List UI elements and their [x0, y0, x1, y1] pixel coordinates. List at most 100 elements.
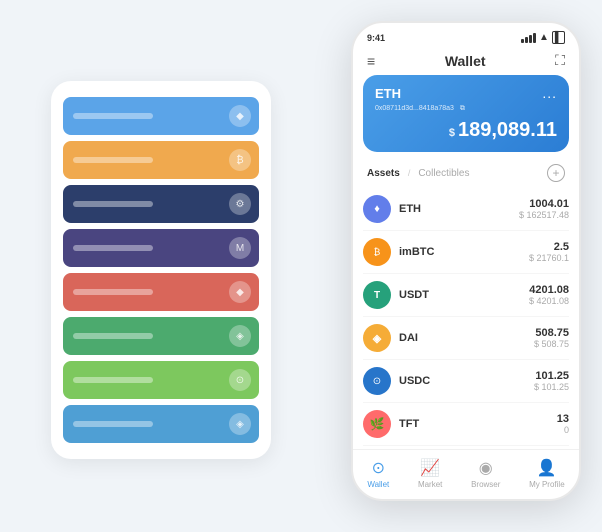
stack-card-5[interactable]: ◆ [63, 273, 259, 311]
card-label-2 [73, 157, 153, 163]
wallet-nav-icon: ⊙ [372, 458, 385, 478]
profile-nav-label: My Profile [529, 480, 565, 489]
tab-collectibles[interactable]: Collectibles [418, 168, 469, 179]
card-icon-3: ⚙ [229, 193, 251, 215]
stack-card-6[interactable]: ◈ [63, 317, 259, 355]
eth-card-title: ETH [375, 86, 401, 101]
browser-nav-label: Browser [471, 480, 500, 489]
card-label-1 [73, 113, 153, 119]
asset-row-usdc[interactable]: ⊙ USDC 101.25 $ 101.25 [363, 360, 569, 403]
imbtc-amount: 2.5 [529, 241, 569, 253]
wifi-icon: ▲ [539, 32, 549, 43]
card-icon-5: ◆ [229, 281, 251, 303]
usdt-amount: 4201.08 [529, 284, 569, 296]
stack-card-3[interactable]: ⚙ [63, 185, 259, 223]
asset-row-dai[interactable]: ◈ DAI 508.75 $ 508.75 [363, 317, 569, 360]
eth-asset-icon: ♦ [363, 195, 391, 223]
card-icon-8: ◈ [229, 413, 251, 435]
wallet-nav-label: Wallet [367, 480, 389, 489]
tft-usd: 0 [557, 425, 569, 435]
card-icon-7: ⊙ [229, 369, 251, 391]
stack-card-4[interactable]: M [63, 229, 259, 267]
signal-bar-1 [521, 39, 524, 43]
card-label-5 [73, 289, 153, 295]
nav-item-market[interactable]: 📈 Market [418, 458, 442, 489]
nav-item-browser[interactable]: ◉ Browser [471, 458, 500, 489]
dai-asset-amounts: 508.75 $ 508.75 [534, 327, 569, 349]
battery-icon: ▌ [552, 31, 565, 44]
dai-usd: $ 508.75 [534, 339, 569, 349]
expand-icon[interactable]: ⛶ [555, 52, 565, 69]
stack-card-8[interactable]: ◈ [63, 405, 259, 443]
usdt-usd: $ 4201.08 [529, 296, 569, 306]
eth-card-more-button[interactable]: ... [542, 85, 557, 101]
assets-tabs: Assets / Collectibles [367, 168, 469, 179]
eth-card-balance: $189,089.11 [375, 119, 557, 142]
usdc-asset-icon: ⊙ [363, 367, 391, 395]
imbtc-asset-icon: ₿ [363, 238, 391, 266]
dai-amount: 508.75 [534, 327, 569, 339]
asset-row-imbtc[interactable]: ₿ imBTC 2.5 $ 21760.1 [363, 231, 569, 274]
profile-nav-icon: 👤 [537, 458, 557, 478]
tft-amount: 13 [557, 413, 569, 425]
bottom-nav: ⊙ Wallet 📈 Market ◉ Browser 👤 My Profile [353, 449, 579, 499]
signal-bar-3 [529, 35, 532, 43]
add-asset-button[interactable]: + [547, 164, 565, 182]
card-label-7 [73, 377, 153, 383]
eth-asset-name: ETH [399, 203, 519, 215]
eth-card[interactable]: ETH ... 0x08711d3d...8418a78a3 ⧉ $189,08… [363, 75, 569, 152]
usdc-asset-name: USDC [399, 375, 534, 387]
market-nav-icon: 📈 [420, 458, 440, 478]
copy-icon[interactable]: ⧉ [460, 105, 465, 112]
signal-bars [521, 33, 536, 43]
usdc-asset-amounts: 101.25 $ 101.25 [534, 370, 569, 392]
card-icon-6: ◈ [229, 325, 251, 347]
tft-asset-icon: 🌿 [363, 410, 391, 438]
asset-row-eth[interactable]: ♦ ETH 1004.01 $ 162517.48 [363, 188, 569, 231]
status-bar: 9:41 ▲ ▌ [353, 23, 579, 48]
scene: ◆ ₿ ⚙ M ◆ ◈ ⊙ ◈ [21, 21, 581, 511]
tab-separator: / [408, 168, 411, 178]
card-label-8 [73, 421, 153, 427]
menu-icon[interactable]: ≡ [367, 53, 375, 69]
eth-card-header: ETH ... [375, 85, 557, 101]
signal-bar-2 [525, 37, 528, 43]
usdc-usd: $ 101.25 [534, 382, 569, 392]
card-stack: ◆ ₿ ⚙ M ◆ ◈ ⊙ ◈ [51, 81, 271, 459]
imbtc-usd: $ 21760.1 [529, 253, 569, 263]
imbtc-asset-amounts: 2.5 $ 21760.1 [529, 241, 569, 263]
usdc-amount: 101.25 [534, 370, 569, 382]
assets-header: Assets / Collectibles + [353, 160, 579, 188]
imbtc-asset-name: imBTC [399, 246, 529, 258]
tab-assets[interactable]: Assets [367, 168, 400, 179]
tft-asset-amounts: 13 0 [557, 413, 569, 435]
phone: 9:41 ▲ ▌ ≡ Wallet ⛶ ETH ... [351, 21, 581, 501]
browser-nav-icon: ◉ [479, 458, 493, 478]
card-label-3 [73, 201, 153, 207]
eth-card-currency: $ [449, 127, 455, 139]
eth-amount: 1004.01 [519, 198, 569, 210]
tft-asset-name: TFT [399, 418, 557, 430]
nav-bar: ≡ Wallet ⛶ [353, 48, 579, 75]
card-label-6 [73, 333, 153, 339]
eth-asset-amounts: 1004.01 $ 162517.48 [519, 198, 569, 220]
stack-card-2[interactable]: ₿ [63, 141, 259, 179]
usdt-asset-icon: T [363, 281, 391, 309]
status-icons: ▲ ▌ [521, 31, 565, 44]
usdt-asset-amounts: 4201.08 $ 4201.08 [529, 284, 569, 306]
eth-usd: $ 162517.48 [519, 210, 569, 220]
asset-row-usdt[interactable]: T USDT 4201.08 $ 4201.08 [363, 274, 569, 317]
asset-row-tft[interactable]: 🌿 TFT 13 0 [363, 403, 569, 446]
market-nav-label: Market [418, 480, 442, 489]
signal-bar-4 [533, 33, 536, 43]
nav-item-profile[interactable]: 👤 My Profile [529, 458, 565, 489]
dai-asset-name: DAI [399, 332, 534, 344]
status-time: 9:41 [367, 33, 385, 43]
stack-card-1[interactable]: ◆ [63, 97, 259, 135]
card-icon-1: ◆ [229, 105, 251, 127]
card-label-4 [73, 245, 153, 251]
nav-item-wallet[interactable]: ⊙ Wallet [367, 458, 389, 489]
eth-card-address: 0x08711d3d...8418a78a3 ⧉ [375, 105, 557, 113]
stack-card-7[interactable]: ⊙ [63, 361, 259, 399]
card-icon-4: M [229, 237, 251, 259]
